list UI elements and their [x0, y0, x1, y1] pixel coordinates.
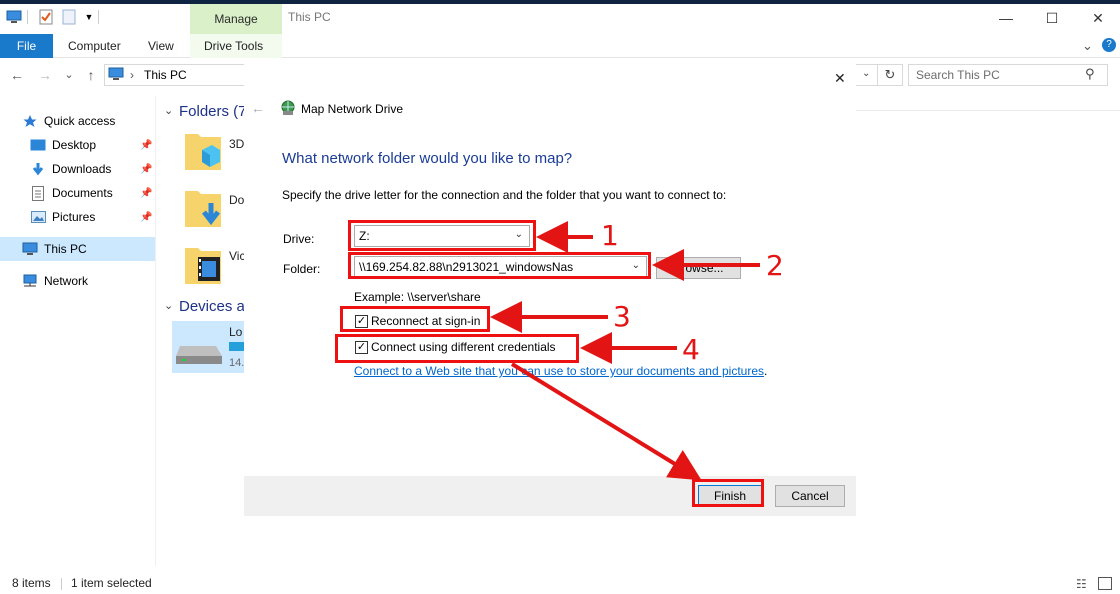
annotation-number-3: 3	[613, 300, 631, 333]
details-view-icon[interactable]: ☷	[1076, 577, 1087, 591]
annotation-number-2: 2	[766, 249, 784, 282]
annotation-number-1: 1	[601, 219, 619, 252]
status-selection: 1 item selected	[71, 576, 152, 590]
status-divider	[61, 578, 62, 590]
arrow-to-finish	[510, 362, 702, 481]
annotation-number-4: 4	[682, 333, 700, 366]
annotation-arrows	[490, 221, 760, 481]
large-icons-view-icon[interactable]	[1098, 577, 1112, 590]
content-divider	[856, 110, 1120, 111]
status-item-count: 8 items	[12, 576, 51, 590]
